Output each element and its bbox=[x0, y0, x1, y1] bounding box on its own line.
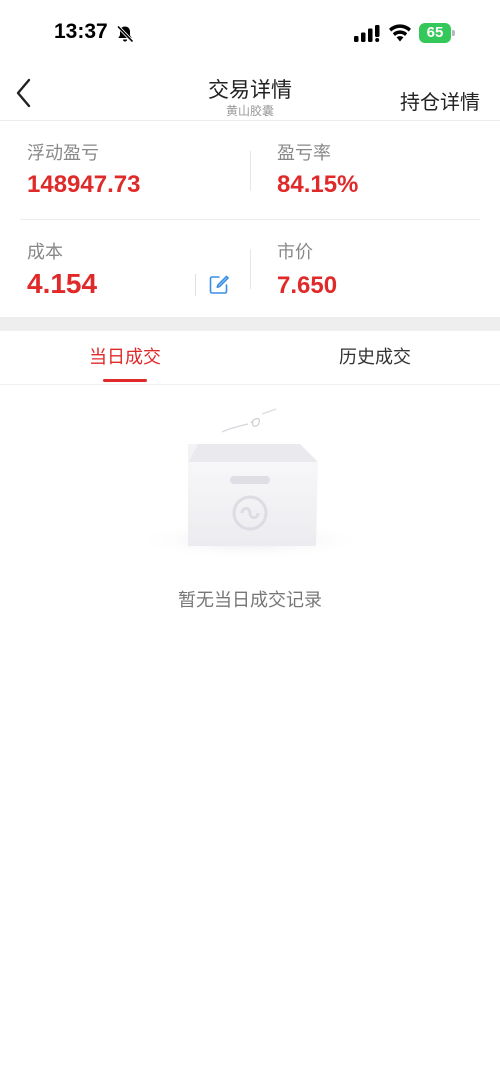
cost-label: 成本 bbox=[27, 242, 63, 263]
cost-metric: 成本 4.154 bbox=[27, 242, 97, 300]
cost-value: 4.154 bbox=[27, 268, 98, 299]
vertical-divider bbox=[250, 249, 251, 289]
battery-level: 65 bbox=[426, 24, 444, 41]
edit-separator bbox=[195, 274, 196, 296]
horizontal-divider bbox=[20, 219, 480, 220]
position-detail-link[interactable]: 持仓详情 bbox=[400, 86, 480, 115]
edit-icon[interactable] bbox=[207, 273, 231, 297]
tab-history-trades[interactable]: 历史成交 bbox=[250, 331, 500, 385]
floating-pl-label: 浮动盈亏 bbox=[27, 143, 99, 164]
battery-cap bbox=[452, 30, 455, 36]
pl-rate-label: 盈亏率 bbox=[277, 143, 331, 164]
section-separator bbox=[0, 318, 500, 331]
market-price-value: 7.650 bbox=[277, 272, 338, 299]
battery-icon: 65 bbox=[419, 23, 455, 43]
status-time: 13:37 bbox=[54, 20, 108, 43]
empty-box-icon bbox=[132, 408, 368, 560]
empty-state-message: 暂无当日成交记录 bbox=[178, 590, 322, 611]
pl-rate-value: 84.15% bbox=[277, 171, 359, 198]
summary-card: 浮动盈亏 148947.73 盈亏率 84.15% 成本 4.154 市价 7.… bbox=[0, 120, 500, 318]
status-bar: 13:37 65 bbox=[0, 0, 500, 66]
pl-rate-metric: 盈亏率 84.15% bbox=[277, 143, 358, 199]
vertical-divider bbox=[250, 151, 251, 191]
bell-slash-icon bbox=[116, 25, 134, 43]
tab-today-trades[interactable]: 当日成交 bbox=[0, 331, 250, 385]
wifi-icon bbox=[389, 24, 411, 42]
market-price-metric: 市价 7.650 bbox=[277, 242, 337, 300]
floating-pl-metric: 浮动盈亏 148947.73 bbox=[27, 143, 140, 199]
signal-icon bbox=[354, 25, 380, 42]
nav-bar: 交易详情 黄山胶囊 持仓详情 bbox=[0, 66, 500, 120]
floating-pl-value: 148947.73 bbox=[27, 171, 141, 198]
trade-tabs: 当日成交 历史成交 bbox=[0, 331, 500, 385]
active-tab-indicator bbox=[103, 379, 147, 382]
market-price-label: 市价 bbox=[277, 242, 313, 263]
